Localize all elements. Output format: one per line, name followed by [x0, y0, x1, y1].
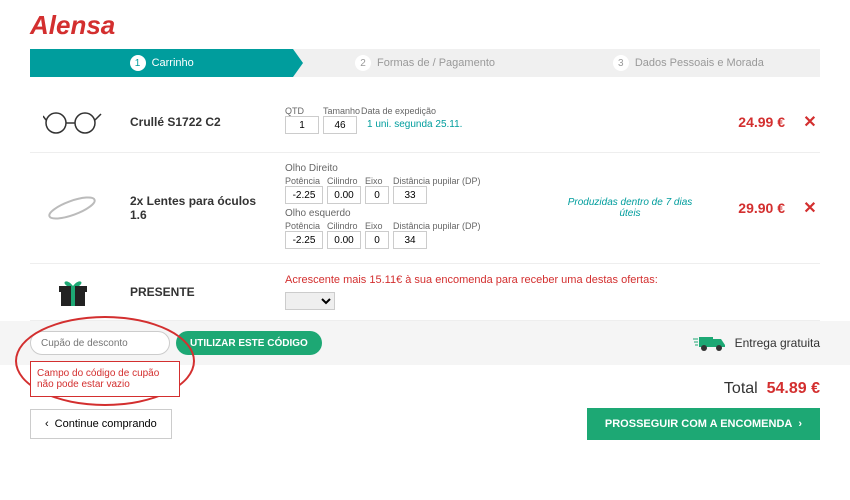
pd-input[interactable] [393, 231, 427, 249]
brand-logo[interactable]: Alensa [30, 10, 820, 41]
step-address[interactable]: 3Dados Pessoais e Morada [557, 49, 820, 77]
coupon-section: UTILIZAR ESTE CÓDIGO Campo do código de … [0, 321, 850, 365]
apply-coupon-button[interactable]: UTILIZAR ESTE CÓDIGO [176, 331, 322, 355]
production-note: Produzidas dentro de 7 dias úteis [560, 197, 700, 219]
chevron-right-icon: › [798, 418, 802, 430]
power-input[interactable] [285, 231, 323, 249]
size-input[interactable] [323, 116, 357, 134]
chevron-left-icon: ‹ [45, 418, 49, 430]
cart-item: Crullé S1722 C2 QTDTamanhoData de expedi… [30, 92, 820, 153]
cylinder-input[interactable] [327, 186, 361, 204]
product-image [30, 102, 115, 142]
remove-item-button[interactable]: ✕ [800, 198, 820, 218]
coupon-input[interactable] [30, 331, 170, 355]
checkout-steps: 1Carrinho 2Formas de / Pagamento 3Dados … [30, 49, 820, 77]
qty-input[interactable] [285, 116, 319, 134]
free-shipping: Entrega gratuita [693, 333, 820, 353]
item-price: 24.99 € [715, 114, 785, 130]
ship-date: 1 uni. segunda 25.11. [367, 116, 462, 134]
item-price: 29.90 € [715, 200, 785, 216]
pd-input[interactable] [393, 186, 427, 204]
gift-select[interactable] [285, 292, 335, 310]
truck-icon [693, 333, 727, 353]
axis-input[interactable] [365, 186, 389, 204]
product-image [30, 188, 115, 228]
continue-shopping-button[interactable]: ‹ Continue comprando [30, 409, 172, 439]
axis-input[interactable] [365, 231, 389, 249]
gift-section: PRESENTE Acrescente mais 15.11€ à sua en… [30, 264, 820, 321]
coupon-error: Campo do código de cupão não pode estar … [30, 361, 180, 397]
step-cart[interactable]: 1Carrinho [30, 49, 293, 77]
gift-message: Acrescente mais 15.11€ à sua encomenda p… [285, 274, 820, 286]
step-payment[interactable]: 2Formas de / Pagamento [293, 49, 556, 77]
remove-item-button[interactable]: ✕ [800, 112, 820, 132]
gift-title: PRESENTE [130, 285, 270, 299]
product-name: 2x Lentes para óculos 1.6 [130, 194, 270, 222]
gift-icon [30, 276, 115, 308]
proceed-order-button[interactable]: PROSSEGUIR COM A ENCOMENDA › [587, 408, 820, 440]
total-value: 54.89 € [767, 380, 820, 397]
power-input[interactable] [285, 186, 323, 204]
product-name: Crullé S1722 C2 [130, 115, 270, 129]
cylinder-input[interactable] [327, 231, 361, 249]
cart-item: 2x Lentes para óculos 1.6 Olho Direito P… [30, 153, 820, 264]
